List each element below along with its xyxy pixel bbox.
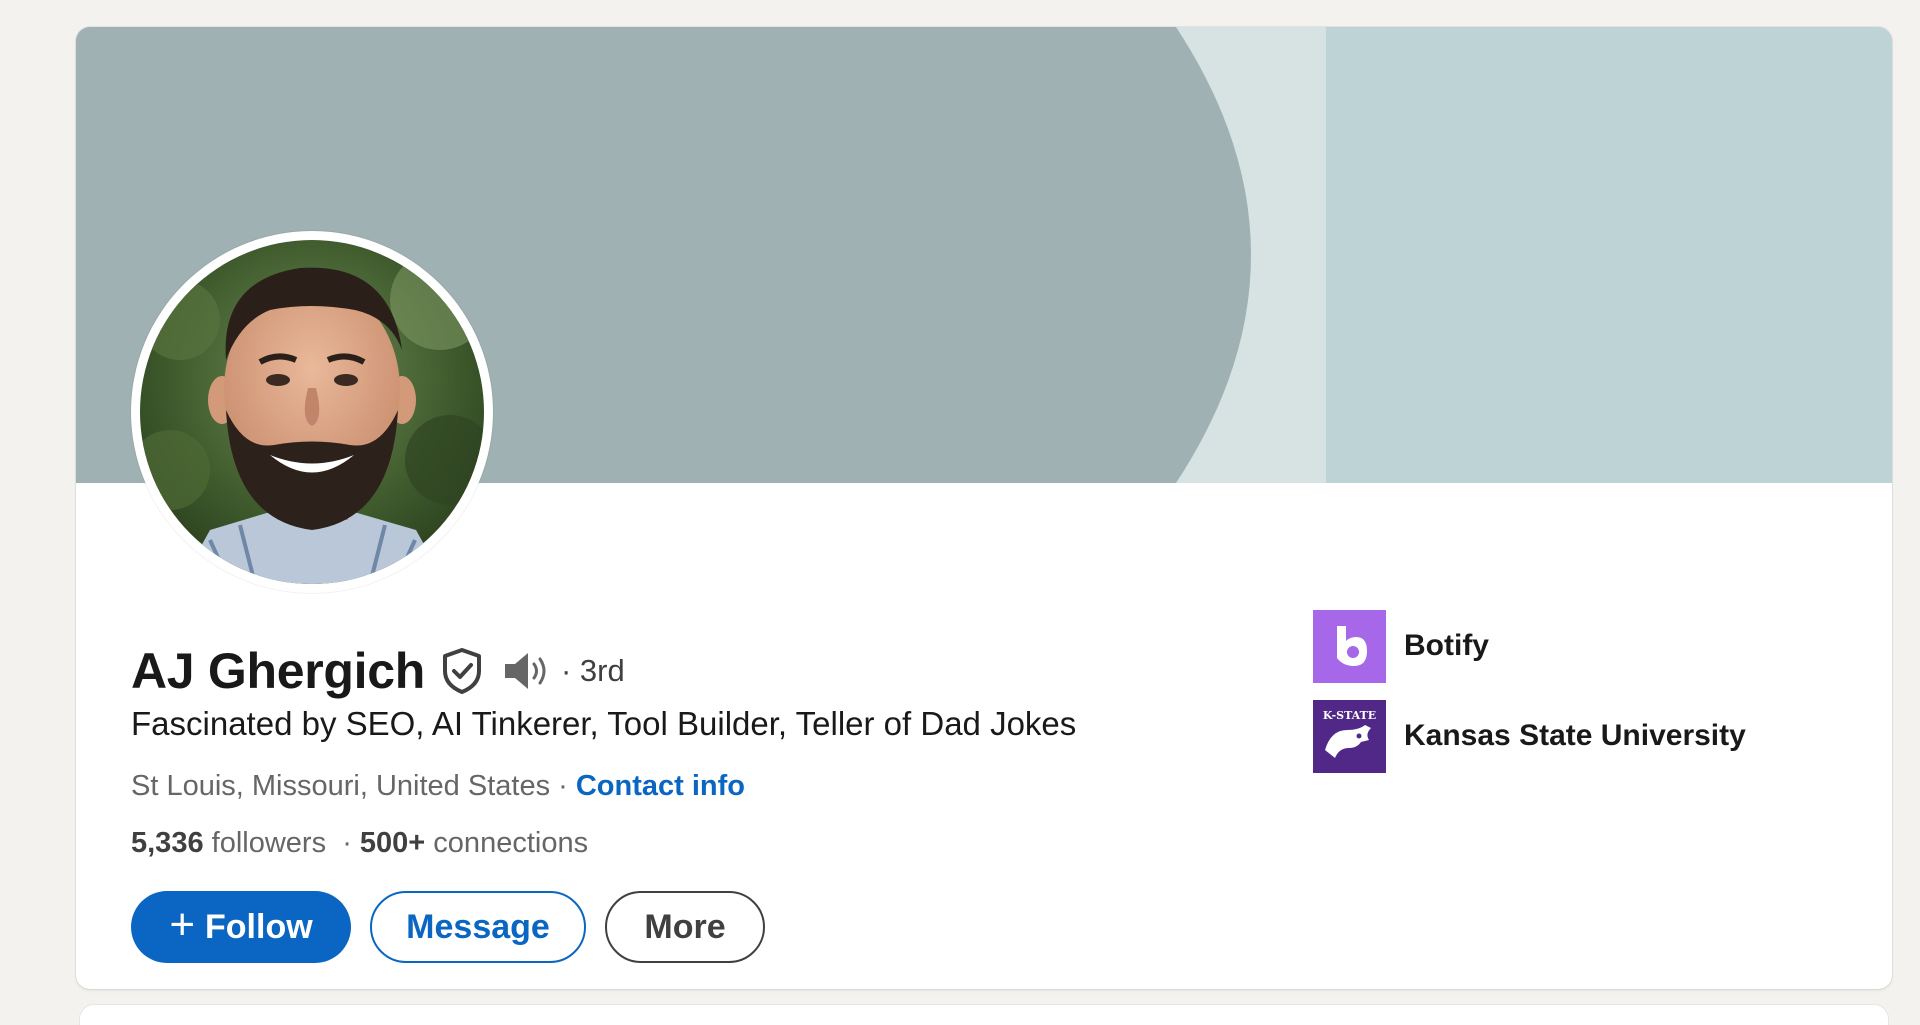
- next-section-card: [80, 1005, 1888, 1025]
- avatar[interactable]: [131, 231, 493, 593]
- profile-actions: + Follow Message More: [131, 891, 765, 963]
- contact-info-link[interactable]: Contact info: [576, 770, 745, 802]
- svg-text:K-STATE: K-STATE: [1323, 709, 1376, 722]
- connection-degree: · 3rd: [561, 653, 625, 688]
- profile-name: AJ Ghergich: [131, 643, 425, 699]
- botify-logo: [1313, 609, 1386, 683]
- plus-icon: +: [169, 900, 196, 949]
- stats-row: 5,336 followers · 500+ connections: [131, 827, 588, 860]
- location-separator: ·: [550, 770, 576, 802]
- org-kansas-state[interactable]: K-STATE Kansas State University: [1313, 699, 1746, 773]
- more-button[interactable]: More: [605, 891, 765, 963]
- org-name-botify: Botify: [1404, 629, 1489, 662]
- follow-button[interactable]: + Follow: [131, 891, 351, 963]
- speaker-icon[interactable]: [501, 649, 551, 693]
- verified-shield-icon[interactable]: [441, 647, 483, 695]
- followers-label: followers: [203, 827, 327, 859]
- location-row: St Louis, Missouri, United States · Cont…: [131, 770, 745, 803]
- profile-photo: [140, 240, 484, 584]
- connections-label[interactable]: connections: [425, 827, 588, 859]
- kstate-logo: K-STATE: [1313, 699, 1386, 773]
- stats-separator: ·: [326, 827, 360, 859]
- org-botify[interactable]: Botify: [1313, 609, 1746, 683]
- profile-orgs: Botify K-STATE Kansas State University: [1313, 609, 1746, 789]
- profile-headline: Fascinated by SEO, AI Tinkerer, Tool Bui…: [131, 705, 1077, 742]
- location-text: St Louis, Missouri, United States: [131, 770, 551, 802]
- profile-card: AJ Ghergich · 3rd Fascinated by SEO, AI …: [76, 27, 1892, 989]
- connections-count[interactable]: 500+: [360, 827, 425, 859]
- org-name-kansas-state: Kansas State University: [1404, 719, 1746, 752]
- followers-count: 5,336: [131, 827, 204, 859]
- name-row: AJ Ghergich · 3rd: [131, 641, 625, 701]
- message-button[interactable]: Message: [370, 891, 586, 963]
- follow-label: Follow: [205, 907, 313, 946]
